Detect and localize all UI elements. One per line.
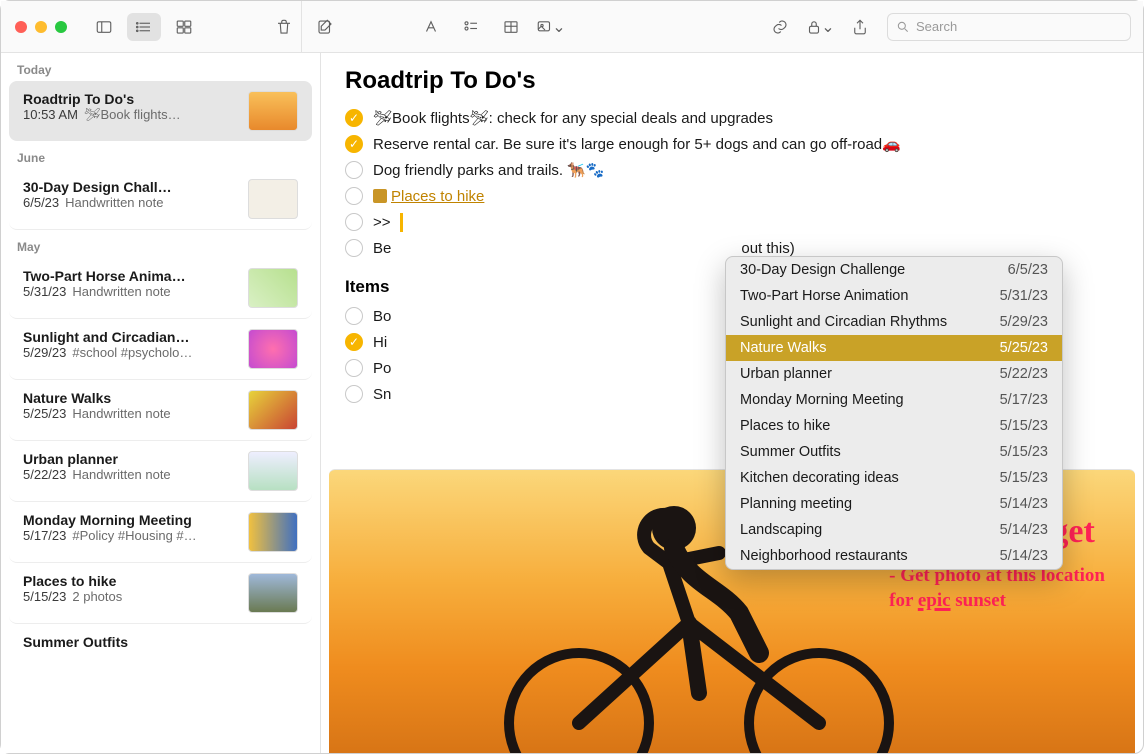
format-text-icon[interactable]: [414, 13, 448, 41]
section-june: June: [1, 141, 320, 169]
note-title: Roadtrip To Do's: [345, 67, 1119, 95]
note-thumbnail: [248, 451, 298, 491]
checkbox[interactable]: [345, 385, 363, 403]
share-icon[interactable]: [843, 13, 877, 41]
note-thumbnail: [248, 573, 298, 613]
checklist: ✓🛩Book flights🛩: check for any special d…: [345, 105, 1119, 261]
note-thumbnail: [248, 390, 298, 430]
section-today: Today: [1, 53, 320, 81]
note-thumbnail: [248, 512, 298, 552]
note-item[interactable]: Urban planner5/22/23Handwritten note: [9, 441, 312, 502]
note-item[interactable]: Summer Outfits: [9, 624, 312, 660]
note-item[interactable]: 30-Day Design Chall… 6/5/23Handwritten n…: [9, 169, 312, 230]
suggestion-item[interactable]: Landscaping5/14/23: [726, 517, 1062, 543]
titlebar: ⌄ ⌄ Search: [1, 1, 1143, 53]
link-icon[interactable]: [763, 13, 797, 41]
note-item[interactable]: Places to hike5/15/232 photos: [9, 563, 312, 624]
note-item[interactable]: Sunlight and Circadian…5/29/23#school #p…: [9, 319, 312, 380]
suggestion-item[interactable]: Nature Walks5/25/23: [726, 335, 1062, 361]
suggestion-item[interactable]: Kitchen decorating ideas5/15/23: [726, 465, 1062, 491]
checkbox[interactable]: [345, 239, 363, 257]
note-thumbnail: [248, 91, 298, 131]
note-link-places-to-hike[interactable]: Places to hike: [373, 188, 484, 205]
note-thumbnail: [248, 179, 298, 219]
zoom-window[interactable]: [55, 21, 67, 33]
trash-icon[interactable]: [267, 13, 301, 41]
lock-menu-icon[interactable]: ⌄: [803, 13, 837, 41]
search-placeholder: Search: [916, 19, 957, 34]
checkbox[interactable]: [345, 161, 363, 179]
checkbox[interactable]: [345, 359, 363, 377]
checkbox[interactable]: [345, 307, 363, 325]
minimize-window[interactable]: [35, 21, 47, 33]
list-view-icon[interactable]: [127, 13, 161, 41]
suggestion-item[interactable]: Sunlight and Circadian Rhythms5/29/23: [726, 309, 1062, 335]
suggestion-item[interactable]: Urban planner5/22/23: [726, 361, 1062, 387]
note-item[interactable]: Two-Part Horse Anima…5/31/23Handwritten …: [9, 258, 312, 319]
suggestion-item[interactable]: Planning meeting5/14/23: [726, 491, 1062, 517]
section-may: May: [1, 230, 320, 258]
close-window[interactable]: [15, 21, 27, 33]
link-suggestions-popup: 30-Day Design Challenge6/5/23Two-Part Ho…: [725, 256, 1063, 570]
media-menu-icon[interactable]: ⌄: [534, 13, 568, 41]
note-item-roadtrip[interactable]: Roadtrip To Do's 10:53 AM🛩Book flights…: [9, 81, 312, 141]
search-input[interactable]: Search: [887, 13, 1131, 41]
suggestion-item[interactable]: Summer Outfits5/15/23: [726, 439, 1062, 465]
note-link-icon: [373, 189, 387, 203]
checkbox[interactable]: ✓: [345, 333, 363, 351]
checkbox[interactable]: ✓: [345, 135, 363, 153]
notes-list: Today Roadtrip To Do's 10:53 AM🛩Book fli…: [1, 53, 321, 753]
note-item[interactable]: Nature Walks5/25/23Handwritten note: [9, 380, 312, 441]
checkbox[interactable]: [345, 213, 363, 231]
note-thumbnail: [248, 268, 298, 308]
toggle-sidebar-icon[interactable]: [87, 13, 121, 41]
text-cursor: [401, 214, 402, 231]
table-icon[interactable]: [494, 13, 528, 41]
suggestion-item[interactable]: Places to hike5/15/23: [726, 413, 1062, 439]
suggestion-item[interactable]: 30-Day Design Challenge6/5/23: [726, 257, 1062, 283]
suggestion-item[interactable]: Two-Part Horse Animation5/31/23: [726, 283, 1062, 309]
suggestion-item[interactable]: Monday Morning Meeting5/17/23: [726, 387, 1062, 413]
note-item[interactable]: Monday Morning Meeting5/17/23#Policy #Ho…: [9, 502, 312, 563]
suggestion-item[interactable]: Neighborhood restaurants5/14/23: [726, 543, 1062, 569]
checkbox[interactable]: [345, 187, 363, 205]
new-note-icon[interactable]: [308, 13, 342, 41]
window-controls: [1, 21, 81, 33]
note-thumbnail: [248, 329, 298, 369]
gallery-view-icon[interactable]: [167, 13, 201, 41]
checklist-icon[interactable]: [454, 13, 488, 41]
checkbox[interactable]: ✓: [345, 109, 363, 127]
note-editor[interactable]: Roadtrip To Do's ✓🛩Book flights🛩: check …: [321, 53, 1143, 753]
